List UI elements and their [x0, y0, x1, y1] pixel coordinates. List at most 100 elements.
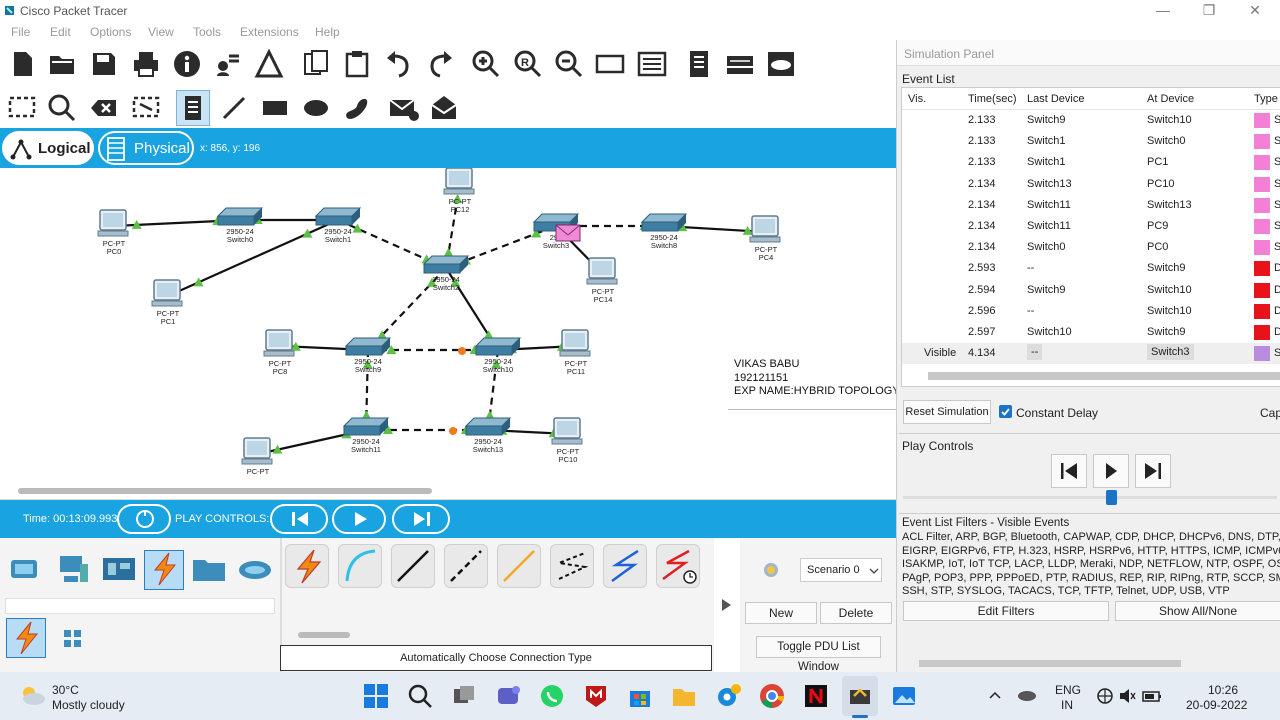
custom-device-icon[interactable]: [253, 48, 285, 80]
weather-temp[interactable]: 30°C: [52, 683, 79, 697]
undo-icon[interactable]: [383, 48, 415, 80]
new-scenario-button[interactable]: New: [745, 602, 817, 624]
menu-help[interactable]: Help: [315, 25, 340, 39]
show-all-none-button[interactable]: Show All/None: [1115, 601, 1280, 621]
pc-device[interactable]: PC-PTPC1: [151, 279, 183, 326]
photos-icon[interactable]: [890, 682, 918, 710]
netflix-icon[interactable]: [802, 682, 830, 710]
cloud-icon[interactable]: [765, 48, 797, 80]
pc-device[interactable]: PC-PT: [241, 437, 273, 476]
col-at-device[interactable]: At Device: [1147, 93, 1194, 105]
mcafee-icon[interactable]: [582, 682, 610, 710]
pc-device[interactable]: PC-PTPC4: [749, 215, 781, 262]
multiuser-cloud-icon[interactable]: [236, 550, 274, 588]
lang-secondary[interactable]: IN: [1061, 698, 1073, 712]
menu-edit[interactable]: Edit: [50, 25, 71, 39]
pc-device[interactable]: PC-PTPC8: [263, 329, 295, 376]
battery-icon[interactable]: [1142, 687, 1162, 705]
select-icon[interactable]: [6, 92, 38, 124]
event-row[interactable]: 2.133 Switch9 Switch10 S: [902, 110, 1280, 131]
store-icon[interactable]: [626, 682, 654, 710]
logical-tab[interactable]: Logical: [2, 131, 94, 165]
drawing-palette-icon[interactable]: [594, 48, 626, 80]
lang-primary[interactable]: ENG: [1055, 683, 1081, 697]
copper-cross-button[interactable]: [444, 544, 488, 588]
miscellaneous-folder-icon[interactable]: [190, 550, 228, 588]
teams-icon[interactable]: [494, 682, 522, 710]
event-row[interactable]: 2.134 Switch11 Switch13 S: [902, 195, 1280, 216]
resize-shape-icon[interactable]: [130, 92, 162, 124]
col-time[interactable]: Time(sec): [968, 93, 1016, 105]
speed-slider-track[interactable]: [903, 496, 1277, 499]
network-info-icon[interactable]: [211, 48, 243, 80]
open-folder-icon[interactable]: [46, 48, 78, 80]
onedrive-icon[interactable]: [1016, 686, 1038, 704]
reset-simulation-button[interactable]: Reset Simulation: [903, 400, 991, 424]
menu-extensions[interactable]: Extensions: [240, 25, 299, 39]
menu-view[interactable]: View: [148, 25, 174, 39]
switch-device[interactable]: 2950-24Switch8: [640, 213, 688, 250]
add-complex-pdu-icon[interactable]: [429, 92, 461, 124]
freeform-icon[interactable]: [341, 92, 373, 124]
sim-back-button[interactable]: [1051, 454, 1087, 488]
physical-tab[interactable]: Physical: [98, 131, 194, 165]
info-icon[interactable]: [171, 48, 203, 80]
redo-icon[interactable]: [424, 48, 456, 80]
close-button[interactable]: ✕: [1240, 2, 1270, 20]
task-view-icon[interactable]: [450, 682, 478, 710]
sim-forward-button[interactable]: [1135, 454, 1171, 488]
col-vis[interactable]: Vis.: [908, 93, 926, 105]
pdu-envelope-icon[interactable]: [555, 224, 581, 242]
custom-devices-dialog-icon[interactable]: [636, 48, 668, 80]
delete-icon[interactable]: [88, 92, 120, 124]
phone-cable-button[interactable]: [550, 544, 594, 588]
zoom-in-icon[interactable]: [470, 48, 502, 80]
speed-slider-thumb[interactable]: [1106, 490, 1117, 505]
draw-ellipse-icon[interactable]: [300, 92, 332, 124]
end-devices-icon[interactable]: [54, 550, 92, 588]
auto-connection-button[interactable]: [285, 544, 329, 588]
event-row[interactable]: 2.133 Switch1 PC1 S: [902, 152, 1280, 173]
add-simple-pdu-icon[interactable]: [388, 92, 420, 124]
draw-rectangle-icon[interactable]: [259, 92, 291, 124]
inspect-icon[interactable]: [46, 92, 78, 124]
expand-arrow-icon[interactable]: [720, 598, 732, 612]
event-list-table[interactable]: Vis. Time(sec) Last Device At Device Typ…: [901, 87, 1280, 387]
file-explorer-icon[interactable]: [670, 682, 698, 710]
event-row[interactable]: 2.134 Switch0 PC0 S: [902, 237, 1280, 258]
toggle-pdu-list-button[interactable]: Toggle PDU List Window: [756, 636, 881, 673]
event-row[interactable]: 2.596 -- Switch10 D: [902, 301, 1280, 322]
clock-date[interactable]: 20-09-2022: [1186, 698, 1247, 712]
event-list-hscrollbar[interactable]: [928, 372, 1280, 380]
packet-tracer-taskbar-icon[interactable]: [846, 682, 874, 710]
draw-line-icon[interactable]: [218, 92, 250, 124]
fiber-button[interactable]: [497, 544, 541, 588]
start-icon[interactable]: [362, 682, 390, 710]
switch-device[interactable]: 2950-24Switch13: [464, 417, 512, 454]
delete-scenario-button[interactable]: Delete: [820, 602, 892, 624]
coaxial-button[interactable]: [603, 544, 647, 588]
pc-device[interactable]: PC-PTPC14: [586, 257, 618, 304]
capture-label[interactable]: Capt: [1260, 406, 1280, 420]
document-icon[interactable]: [683, 48, 715, 80]
place-note-icon[interactable]: [177, 92, 209, 124]
power-cycle-button[interactable]: [117, 504, 171, 534]
minimize-button[interactable]: —: [1148, 2, 1178, 20]
whatsapp-icon[interactable]: [538, 682, 566, 710]
switch-device[interactable]: 2950-24Switch11: [342, 417, 390, 454]
forward-button[interactable]: [392, 504, 450, 534]
weather-desc[interactable]: Mostly cloudy: [52, 698, 125, 712]
maximize-button[interactable]: ❐: [1194, 2, 1224, 20]
event-row[interactable]: 2.134 Switch11 PC9 S: [902, 216, 1280, 237]
switch-device[interactable]: 2950-24Switch0: [216, 207, 264, 244]
pc-device[interactable]: PC-PTPC11: [559, 329, 591, 376]
copper-straight-button[interactable]: [391, 544, 435, 588]
pc-device[interactable]: PC-PTPC10: [551, 417, 583, 464]
menu-options[interactable]: Options: [90, 25, 131, 39]
network-devices-icon[interactable]: [7, 550, 45, 588]
paste-icon[interactable]: [341, 48, 373, 80]
pc-device[interactable]: PC-PTPC0: [97, 209, 129, 256]
event-row[interactable]: 2.593 -- Switch9 D: [902, 258, 1280, 279]
scenario-select[interactable]: Scenario 0: [800, 558, 882, 582]
menu-tools[interactable]: Tools: [193, 25, 221, 39]
